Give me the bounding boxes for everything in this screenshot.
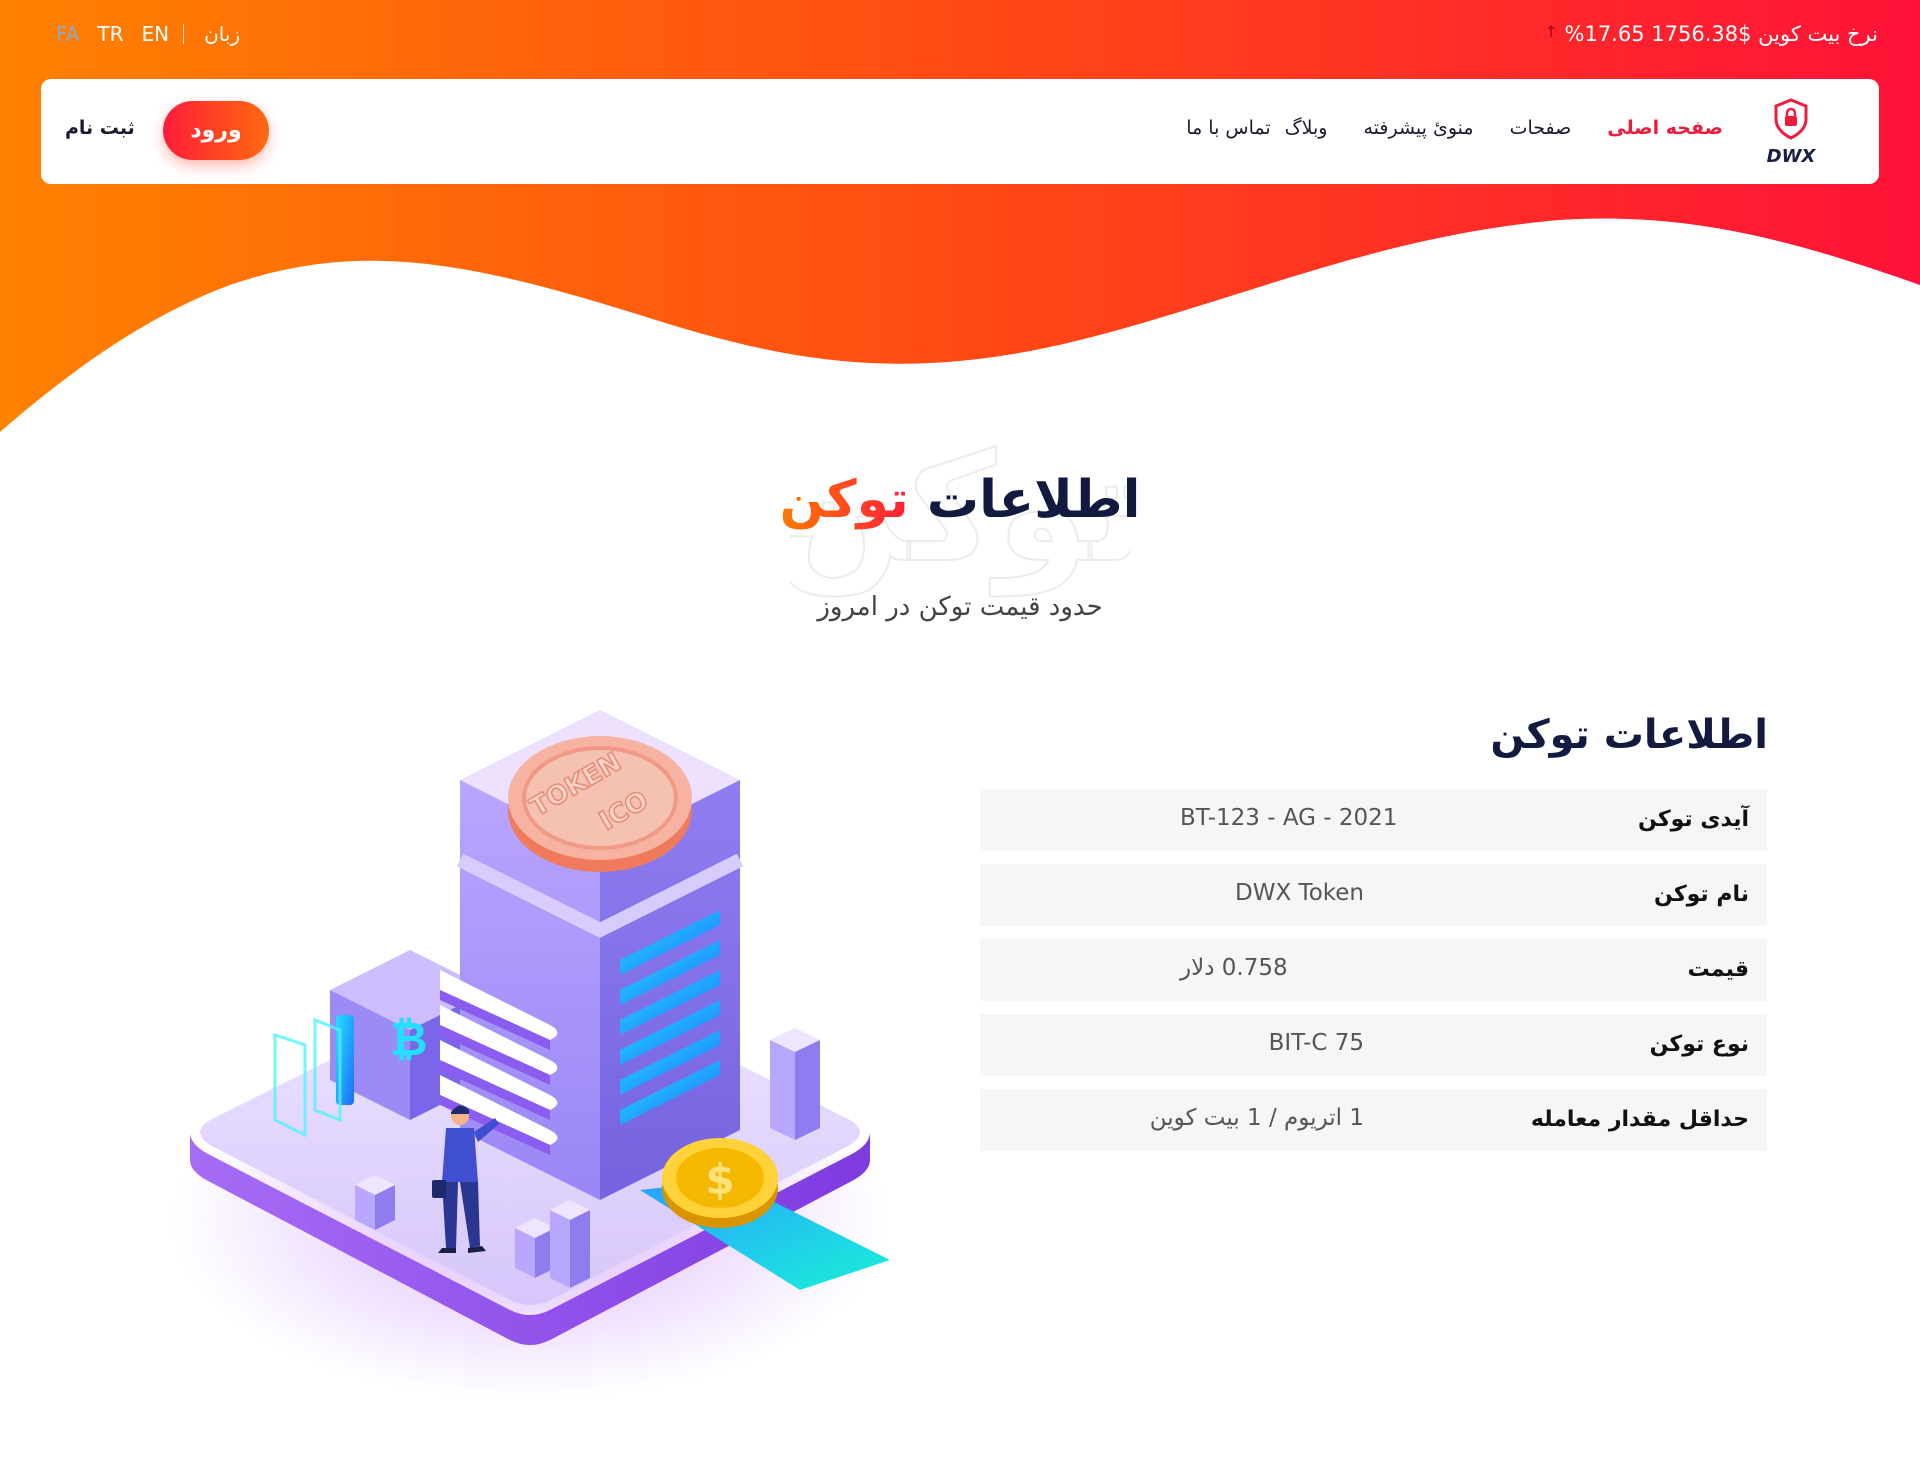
nav-menu: صفحه اصلی صفحات منوئ پیشرفته وبلاگ تماس … [1186,117,1723,139]
section-title-main: اطلاعات [926,470,1141,530]
language-switcher: FA TR EN زبان [56,22,240,46]
logo-text: DWX [1766,146,1816,167]
row-value: 0.758 دلار [1180,955,1288,981]
divider [183,24,185,44]
token-info-table: آیدی توکن BT-123 - AG - 2021 نام توکن DW… [980,789,1767,1164]
row-value: DWX Token [1235,880,1364,906]
table-row: آیدی توکن BT-123 - AG - 2021 [980,789,1767,851]
dollar-symbol: $ [705,1155,734,1204]
row-value: BIT-C 75 [1268,1030,1364,1056]
ticker-change: 17.65% [1564,22,1645,46]
section-title: اطلاعات توکن [560,470,1360,530]
lang-fa[interactable]: FA [56,22,79,46]
btc-ticker: نرخ بیت کوین $1756.38 17.65% ↑ [1534,22,1878,46]
section-subtitle: حدود قیمت توکن در امروز [817,592,1103,622]
login-button[interactable]: ورود [163,101,269,160]
table-row: قیمت 0.758 دلار [980,939,1767,1001]
row-value: 1 اتریوم / 1 بیت کوین [1149,1105,1364,1131]
nav-item-advanced-menu[interactable]: منوئ پیشرفته [1363,117,1473,139]
nav-item-pages[interactable]: صفحات [1510,117,1572,139]
section-title-accent: توکن [779,470,909,530]
main-navbar: DWX صفحه اصلی صفحات منوئ پیشرفته وبلاگ ت… [41,79,1879,184]
token-building-illustration: ₿ TOKEN ICO $ [170,710,890,1400]
row-value: BT-123 - AG - 2021 [1180,805,1398,831]
arrow-up-icon: ↑ [1544,22,1558,41]
row-key: نام توکن [1654,882,1749,907]
nav-item-contact[interactable]: تماس با ما [1186,117,1270,139]
logo[interactable]: DWX [1761,97,1821,167]
table-row: نام توکن DWX Token [980,864,1767,926]
row-key: نوع توکن [1649,1032,1749,1057]
nav-pair: وبلاگ تماس با ما [1186,117,1327,139]
lang-en[interactable]: EN [141,22,169,46]
row-key: حداقل مقدار معامله [1530,1107,1749,1132]
row-key: قیمت [1687,957,1749,982]
language-label: زبان [204,22,241,46]
ticker-value: $1756.38 [1651,22,1752,46]
ticker-label: نرخ بیت کوین [1758,22,1878,46]
lang-tr[interactable]: TR [97,22,123,46]
token-info-title: اطلاعات توکن [1490,712,1768,758]
table-row: نوع توکن BIT-C 75 [980,1014,1767,1076]
register-link[interactable]: ثبت نام [65,117,135,139]
nav-item-home[interactable]: صفحه اصلی [1607,117,1723,139]
row-key: آیدی توکن [1638,807,1749,832]
top-bar: نرخ بیت کوین $1756.38 17.65% ↑ FA TR EN … [0,0,1920,75]
shield-lock-icon [1774,98,1808,140]
bitcoin-symbol: ₿ [390,1012,428,1066]
table-row: حداقل مقدار معامله 1 اتریوم / 1 بیت کوین [980,1089,1767,1151]
nav-item-blog[interactable]: وبلاگ [1285,117,1328,139]
